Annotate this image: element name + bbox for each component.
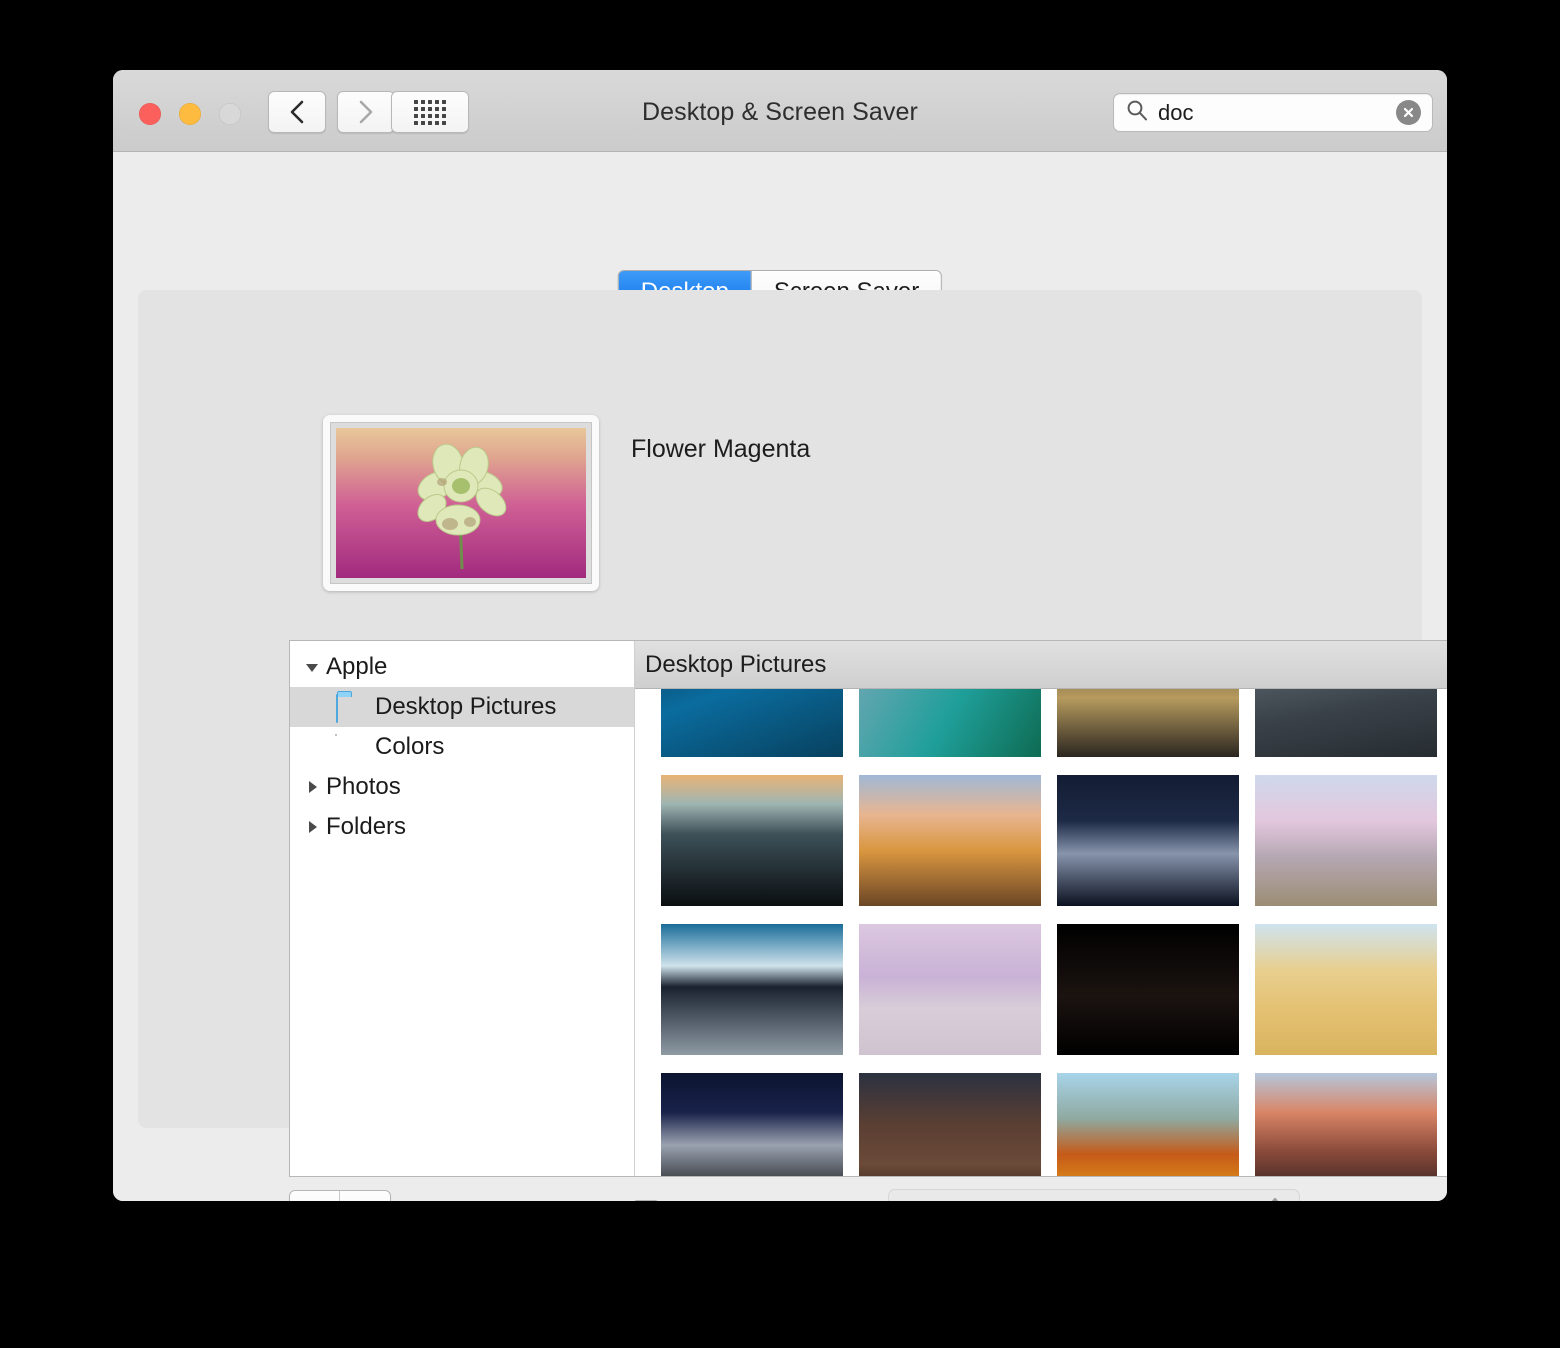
sidebar-item-label: Desktop Pictures [375,693,556,721]
stepper-chevrons-icon [1265,1194,1285,1202]
source-list: Apple Desktop Pictures Colors Phot [290,641,635,1176]
sidebar-item-colors[interactable]: Colors [290,727,634,767]
picture-thumbnail[interactable] [1255,775,1437,906]
change-interval-value: Every 30 minutes [905,1197,1265,1202]
search-icon [1126,99,1148,126]
pink-lake-rock [859,924,1041,1055]
disclosure-triangle-collapsed-icon[interactable] [304,779,326,795]
picture-thumbnail[interactable] [1057,775,1239,906]
mojave-day-dune [859,775,1041,906]
grid-section-header: Desktop Pictures [635,641,1447,689]
picture-thumbnail[interactable] [1057,924,1239,1055]
add-remove-folder-buttons: + − [289,1190,391,1201]
system-preferences-window: Desktop & Screen Saver doc Desktop Scree… [113,70,1447,1201]
blue-folder-icon [336,695,366,720]
window-body: Desktop Screen Saver [113,152,1447,1201]
sidebar-item-label: Photos [326,773,401,801]
change-picture-row: Change picture: [633,1198,849,1201]
change-picture-checkbox[interactable] [633,1200,659,1202]
salt-flats-dusk [661,924,843,1055]
clear-search-icon[interactable] [1396,100,1421,125]
picture-thumbnail[interactable] [661,1073,843,1176]
high-sierra-autumn-lake [1057,1073,1239,1176]
flower-magenta-image [336,428,586,578]
picture-thumbnail[interactable] [859,1073,1041,1176]
disclosure-triangle-expanded-icon[interactable] [304,659,326,675]
remove-folder-button[interactable]: − [340,1191,390,1201]
desktop-picture-name: Flower Magenta [631,435,810,464]
flower-graphic [386,428,536,574]
sidebar-item-apple[interactable]: Apple [290,647,634,687]
add-folder-button[interactable]: + [290,1191,340,1201]
picture-thumbnail[interactable] [1255,924,1437,1055]
picture-thumbnail[interactable] [859,775,1041,906]
desktop-preview-thumbnail[interactable] [323,415,599,591]
picture-thumbnail[interactable] [661,775,843,906]
pale-sand-dunes [1255,924,1437,1055]
black-tufa-formation [1057,924,1239,1055]
picture-grid-pane: Desktop Pictures [635,641,1447,1176]
mojave-night-dune [1057,775,1239,906]
search-input[interactable]: doc [1158,100,1396,126]
picture-thumbnail[interactable] [661,924,843,1055]
picture-thumbnail-grid [661,641,1437,1176]
rocky-spires-night [859,1073,1041,1176]
window-titlebar: Desktop & Screen Saver doc [113,70,1447,152]
picture-thumbnail[interactable] [1057,1073,1239,1176]
search-field[interactable]: doc [1113,93,1433,132]
grid-scroll-area[interactable] [635,641,1447,1176]
change-picture-label: Change picture: [672,1198,849,1201]
picture-browser: Apple Desktop Pictures Colors Phot [289,640,1447,1177]
desert-rock-dusk [1255,775,1437,906]
sierra-peaks-sunset [1255,1073,1437,1176]
change-interval-popup[interactable]: Every 30 minutes [888,1189,1300,1201]
color-wheel-icon [336,735,366,760]
sidebar-item-desktop-pictures[interactable]: Desktop Pictures [290,687,634,727]
picture-thumbnail[interactable] [859,924,1041,1055]
sidebar-item-label: Apple [326,653,387,681]
sidebar-item-label: Folders [326,813,406,841]
sidebar-item-photos[interactable]: Photos [290,767,634,807]
night-dune-monochrome [661,1073,843,1176]
sidebar-item-folders[interactable]: Folders [290,807,634,847]
picture-thumbnail[interactable] [1255,1073,1437,1176]
disclosure-triangle-collapsed-icon[interactable] [304,819,326,835]
coastal-fog-sunrise [661,775,843,906]
sidebar-item-label: Colors [375,733,444,761]
